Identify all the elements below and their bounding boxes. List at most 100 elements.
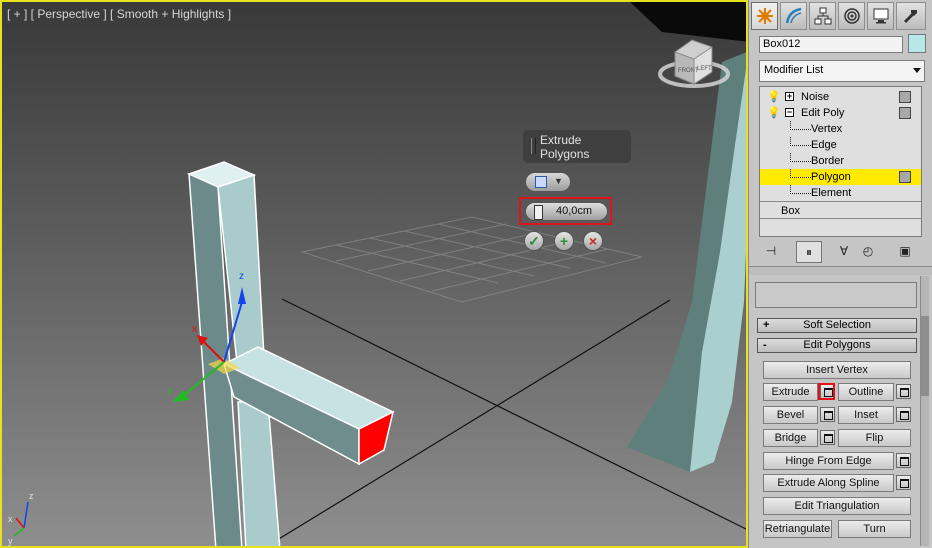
pin-stack-button[interactable]: ⊣ [759, 241, 783, 261]
modifier-state-icon [899, 107, 911, 119]
configure-sets-button[interactable]: ▣ [893, 241, 917, 261]
stack-item-noise[interactable]: 💡 + Noise [760, 89, 921, 105]
extrusion-height-spinner[interactable]: 40,0cm [525, 202, 608, 221]
group-icon [535, 176, 547, 188]
stack-subitem-label: Border [811, 155, 845, 167]
hinge-settings-button[interactable] [896, 453, 911, 468]
stack-subitem-border[interactable]: Border [760, 153, 921, 169]
create-icon [756, 8, 773, 24]
scrollbar-thumb[interactable] [921, 316, 929, 396]
tree-connector [790, 169, 811, 178]
insert-vertex-button[interactable]: Insert Vertex [763, 361, 911, 379]
stack-subitem-polygon[interactable]: Polygon [760, 169, 921, 185]
flip-button[interactable]: Flip [838, 429, 911, 447]
stack-item-edit-poly[interactable]: 💡 − Edit Poly [760, 105, 921, 121]
tab-hierarchy[interactable] [809, 2, 836, 30]
remove-modifier-button[interactable]: ◴ [856, 241, 880, 261]
bevel-button[interactable]: Bevel [763, 406, 818, 424]
modifier-list-label: Modifier List [764, 64, 824, 76]
gizmo-x-label: x [192, 324, 197, 335]
bridge-settings-button[interactable] [820, 430, 835, 445]
tab-display[interactable] [867, 2, 894, 30]
caddy-grip-icon[interactable] [531, 138, 536, 154]
stack-subitem-edge[interactable]: Edge [760, 137, 921, 153]
make-unique-button[interactable]: ∀ [832, 241, 856, 261]
world-axis-tripod: z x y [8, 491, 34, 546]
show-end-result-button[interactable]: ⏸ [796, 241, 822, 263]
caddy-apply-button[interactable]: + [554, 231, 574, 251]
edit-triangulation-button[interactable]: Edit Triangulation [763, 497, 911, 515]
expand-toggle-icon[interactable]: + [785, 92, 794, 101]
stack-subitem-vertex[interactable]: Vertex [760, 121, 921, 137]
modify-icon [785, 7, 801, 24]
extrude-along-spline-button[interactable]: Extrude Along Spline [763, 474, 894, 492]
command-panel-tabs [751, 2, 930, 30]
lightbulb-icon[interactable]: 💡 [767, 90, 781, 103]
tab-utilities[interactable] [896, 2, 926, 30]
rollout-toggle: + [763, 319, 770, 331]
stack-subitem-element[interactable]: Element [760, 185, 921, 201]
tree-connector [790, 153, 811, 162]
modifier-stack: 💡 + Noise 💡 − Edit Poly Vertex Edge Bord… [759, 86, 922, 237]
extrusion-type-dropdown[interactable]: ▼ [525, 172, 571, 192]
rollout-soft-selection[interactable]: + Soft Selection [757, 318, 917, 333]
extrusion-height-highlight: 40,0cm [519, 197, 612, 225]
tab-motion[interactable] [838, 2, 865, 30]
retriangulate-button[interactable]: Retriangulate [763, 520, 832, 538]
object-name-field[interactable]: Box012 [759, 36, 903, 53]
checkmark-icon: ✓ [528, 233, 540, 249]
gizmo-y-label: y [167, 386, 172, 397]
plus-icon: + [559, 233, 569, 249]
hinge-from-edge-button[interactable]: Hinge From Edge [763, 452, 894, 470]
panel-scrollbar[interactable] [920, 276, 929, 546]
modifier-state-icon [899, 91, 911, 103]
height-icon [534, 205, 543, 220]
motion-icon [843, 8, 860, 24]
stack-divider [760, 218, 921, 219]
chevron-down-icon [913, 68, 921, 73]
stack-divider [760, 201, 921, 202]
extrude-button[interactable]: Extrude [763, 383, 818, 401]
rollout-toggle: - [763, 339, 767, 351]
viewcube[interactable]: FRONT LEFT [658, 39, 730, 88]
home-grid [300, 216, 643, 303]
remove-modifier-icon: ◴ [862, 244, 874, 258]
viewcube-front-label: FRONT [678, 68, 699, 74]
extrude-settings-highlight [818, 383, 835, 400]
caddy-cancel-button[interactable]: × [583, 231, 603, 251]
stack-item-label: Noise [801, 91, 830, 103]
caddy-title-bar[interactable]: Extrude Polygons [523, 130, 631, 163]
extrude-spline-settings-button[interactable] [896, 475, 911, 490]
object-color-swatch[interactable] [908, 34, 926, 53]
inset-button[interactable]: Inset [838, 406, 894, 424]
inset-settings-button[interactable] [896, 407, 911, 422]
stack-item-box[interactable]: Box [760, 203, 921, 219]
tab-modify[interactable] [780, 2, 807, 30]
stack-item-label: Edit Poly [801, 107, 845, 119]
rollout-title: Soft Selection [803, 319, 871, 331]
tree-connector [790, 185, 811, 194]
turn-button[interactable]: Turn [838, 520, 911, 538]
viewport-scene[interactable]: FRONT LEFT z x y z x y [2, 2, 748, 548]
viewcube-left-label: LEFT [697, 66, 712, 72]
rollout-edit-polygons[interactable]: - Edit Polygons [757, 338, 917, 353]
caddy-title: Extrude Polygons [540, 133, 590, 161]
bevel-settings-button[interactable] [820, 407, 835, 422]
stack-subitem-label: Edge [811, 139, 837, 151]
stack-subitem-label: Polygon [811, 171, 851, 183]
extrusion-height-value[interactable]: 40,0cm [556, 205, 592, 217]
bridge-button[interactable]: Bridge [763, 429, 818, 447]
collapse-toggle-icon[interactable]: − [785, 108, 794, 117]
outline-button[interactable]: Outline [838, 383, 894, 401]
caddy-ok-button[interactable]: ✓ [524, 231, 544, 251]
viewport-label[interactable]: [ + ] [ Perspective ] [ Smooth + Highlig… [7, 7, 231, 21]
display-icon [873, 8, 888, 24]
stack-toolbar: ⊣ ⏸ ∀ ◴ ▣ [759, 241, 925, 263]
modifier-state-icon [899, 171, 911, 183]
outline-settings-button[interactable] [896, 384, 911, 399]
tab-create[interactable] [751, 2, 778, 30]
show-end-result-icon: ⏸ [805, 244, 812, 259]
lightbulb-icon[interactable]: 💡 [767, 106, 781, 119]
perspective-viewport[interactable]: FRONT LEFT z x y z x y [+] [Perspecti… [0, 0, 748, 548]
modifier-list-dropdown[interactable]: Modifier List [759, 60, 925, 82]
